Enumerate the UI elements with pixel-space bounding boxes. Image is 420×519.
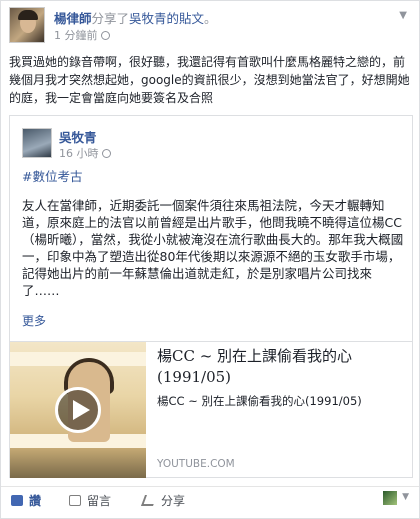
shared-post-meta: 16 小時 xyxy=(59,145,111,161)
comment-button[interactable]: 留言 xyxy=(69,492,111,509)
viewer-avatar[interactable] xyxy=(383,491,397,505)
comment-icon xyxy=(69,495,81,506)
story-header: 楊律師分享了吳牧青的貼文。 1 分鐘前 ▼ xyxy=(9,7,409,43)
video-thumbnail[interactable] xyxy=(10,342,146,478)
share-action-text: 分享了 xyxy=(91,11,130,26)
action-bar: 讚 留言 分享 ▼ xyxy=(1,486,419,511)
share-label: 分享 xyxy=(161,494,186,508)
chevron-down-icon[interactable]: ▼ xyxy=(402,492,409,502)
see-more-link[interactable]: 更多 xyxy=(22,312,46,329)
shared-post-body: 友人在當律師，近期委託一個案件須往來馬祖法院，今天才輾轉知道，原來庭上的法官以前… xyxy=(22,198,404,298)
shared-author-name[interactable]: 吳牧青 xyxy=(59,127,97,146)
story-headline: 楊律師分享了吳牧青的貼文。 xyxy=(54,8,217,27)
headline-end: 。 xyxy=(204,11,217,26)
hashtag-link[interactable]: #數位考古 xyxy=(22,166,82,185)
author-avatar[interactable] xyxy=(9,7,45,43)
post-timestamp[interactable]: 1 分鐘前 xyxy=(54,29,98,42)
author-name[interactable]: 楊律師 xyxy=(54,11,92,26)
chevron-down-icon[interactable]: ▼ xyxy=(399,10,407,21)
play-icon[interactable] xyxy=(55,387,101,433)
link-title[interactable]: 楊CC ~ 別在上課偷看我的心 (1991/05) xyxy=(157,346,407,388)
link-description: 楊CC ~ 別在上課偷看我的心(1991/05) xyxy=(157,394,362,408)
share-icon xyxy=(140,495,158,506)
link-preview[interactable]: 楊CC ~ 別在上課偷看我的心 (1991/05) 楊CC ~ 別在上課偷看我的… xyxy=(10,341,412,478)
globe-icon[interactable] xyxy=(100,31,110,40)
link-domain: YOUTUBE.COM xyxy=(157,458,235,470)
globe-icon[interactable] xyxy=(101,149,111,158)
feed-story: 楊律師分享了吳牧青的貼文。 1 分鐘前 ▼ 我買過她的錄音帶啊，很好聽，我還記得… xyxy=(0,0,420,519)
shared-post: 吳牧青 16 小時 #數位考古 友人在當律師，近期委託一個案件須往來馬祖法院，今… xyxy=(9,115,413,478)
like-button[interactable]: 讚 xyxy=(11,492,41,509)
like-label: 讚 xyxy=(29,494,42,508)
shared-author-avatar[interactable] xyxy=(22,128,52,158)
thumbs-up-icon xyxy=(11,495,23,506)
comment-label: 留言 xyxy=(87,494,112,508)
story-meta: 1 分鐘前 xyxy=(54,27,110,43)
share-button[interactable]: 分享 xyxy=(140,492,186,509)
shared-post-timestamp[interactable]: 16 小時 xyxy=(59,147,99,160)
post-message: 我買過她的錄音帶啊，很好聽，我還記得有首歌叫什麼馬格麗特之戀的，前幾個月我才突然… xyxy=(9,55,410,105)
shared-post-link[interactable]: 吳牧青的貼文 xyxy=(129,11,204,26)
